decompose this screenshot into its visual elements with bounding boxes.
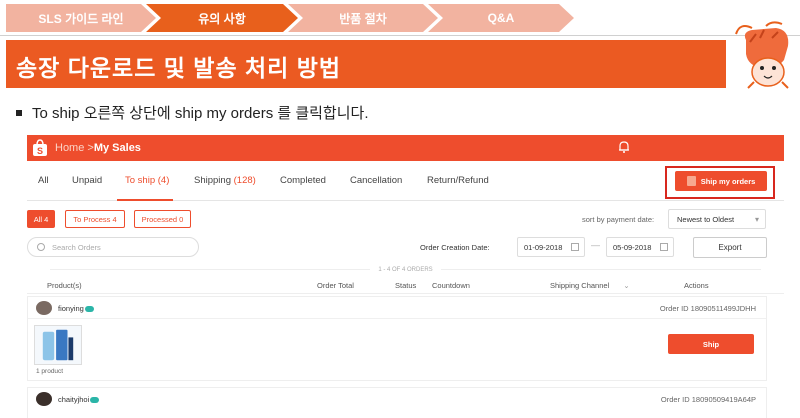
seller-centre-screenshot: S Home >My Sales All Unpaid To ship (4) … <box>27 135 784 418</box>
nav-item-return-process[interactable]: 반품 절차 <box>288 4 438 32</box>
nav-item-notes[interactable]: 유의 사항 <box>146 4 298 32</box>
sort-value: Newest to Oldest <box>677 214 735 224</box>
tab-to-ship[interactable]: To ship (4) <box>125 175 169 186</box>
buyer-username[interactable]: chaityjhoi <box>58 395 100 404</box>
product-thumbnail[interactable] <box>34 325 82 365</box>
sort-dropdown[interactable]: Newest to Oldest ▾ <box>668 209 766 229</box>
instruction-text: To ship 오른쪽 상단에 ship my orders 를 클릭합니다. <box>32 105 369 122</box>
date-label: Order Creation Date: <box>420 243 490 252</box>
step-nav: SLS 가이드 라인 유의 사항 반품 절차 Q&A <box>0 4 800 32</box>
col-shipping-channel[interactable]: Shipping Channel ⌄ <box>550 281 630 290</box>
breadcrumb-current: My Sales <box>93 142 141 154</box>
divider <box>0 35 800 36</box>
col-products: Product(s) <box>47 281 82 290</box>
export-button[interactable]: Export <box>693 237 767 258</box>
tab-return-refund[interactable]: Return/Refund <box>427 175 489 186</box>
chevron-down-icon: ▾ <box>754 215 759 224</box>
date-from-field[interactable]: 01-09-2018 <box>517 237 585 257</box>
bullet-icon <box>16 109 22 116</box>
col-order-total: Order Total <box>317 281 354 290</box>
document-icon <box>686 176 696 186</box>
filter-processed[interactable]: Processed 0 <box>134 210 191 228</box>
col-actions: Actions <box>684 281 709 290</box>
shopee-logo-icon[interactable]: S <box>31 139 49 157</box>
filter-to-process[interactable]: To Process 4 <box>65 210 125 228</box>
order-id: Order ID 18090509419A64P <box>660 395 756 404</box>
table-header: Product(s) Order Total Status Countdown … <box>27 278 784 294</box>
date-from-value: 01-09-2018 <box>524 242 563 252</box>
instruction: To ship 오른쪽 상단에 ship my orders 를 클릭합니다. <box>16 102 369 123</box>
tab-shipping[interactable]: Shipping (128) <box>194 175 256 186</box>
nav-item-sls-guide[interactable]: SLS 가이드 라인 <box>6 4 156 32</box>
search-placeholder: Search Orders <box>52 242 101 252</box>
orders-panel: All 4 To Process 4 Processed 0 sort by p… <box>27 201 784 418</box>
date-to-field[interactable]: 05-09-2018 <box>606 237 674 257</box>
nav-item-qa[interactable]: Q&A <box>428 4 574 32</box>
avatar <box>36 392 52 406</box>
col-status: Status <box>395 281 417 290</box>
tab-all[interactable]: All <box>38 175 49 186</box>
chevron-down-icon: ⌄ <box>623 281 630 290</box>
col-countdown: Countdown <box>432 281 470 290</box>
search-icon <box>37 243 45 251</box>
date-separator: — <box>591 240 600 250</box>
chat-icon[interactable] <box>90 397 100 404</box>
filter-all[interactable]: All 4 <box>27 210 55 228</box>
date-to-value: 05-09-2018 <box>613 242 652 252</box>
order-row: chaityjhoi Order ID 18090509419A64P <box>27 387 767 418</box>
calendar-icon <box>571 243 579 251</box>
bell-icon[interactable] <box>617 140 631 154</box>
ship-my-orders-button[interactable]: Ship my orders <box>675 171 767 191</box>
breadcrumb: Home >My Sales <box>55 142 141 154</box>
slide: SLS 가이드 라인 유의 사항 반품 절차 Q&A 송장 다운로드 및 발송 … <box>0 0 800 418</box>
tab-unpaid[interactable]: Unpaid <box>72 175 102 186</box>
product-count: 1 product <box>36 368 64 375</box>
chat-icon[interactable] <box>84 306 94 313</box>
order-id: Order ID 18090511499JDHH <box>659 304 756 313</box>
title-bar: 송장 다운로드 및 발송 처리 방법 <box>6 40 726 88</box>
svg-text:S: S <box>37 146 43 156</box>
tab-cancellation[interactable]: Cancellation <box>350 175 402 186</box>
ship-button[interactable]: Ship <box>668 334 754 354</box>
calendar-icon <box>660 243 668 251</box>
shrimp-mascot-icon <box>735 21 789 89</box>
tab-completed[interactable]: Completed <box>280 175 326 186</box>
order-header: chaityjhoi Order ID 18090509419A64P <box>28 388 766 410</box>
ship-my-orders-label: Ship my orders <box>700 176 756 186</box>
avatar <box>36 301 52 315</box>
order-row: fionying Order ID 18090511499JDHH 1 prod… <box>27 296 767 381</box>
breadcrumb-home[interactable]: Home <box>55 142 84 154</box>
buyer-username[interactable]: fionying <box>58 304 94 313</box>
page-title: 송장 다운로드 및 발송 처리 방법 <box>16 55 342 81</box>
order-count: 1 - 4 OF 4 ORDERS <box>27 267 784 273</box>
app-header: S Home >My Sales <box>27 135 784 161</box>
order-tabs: All Unpaid To ship (4) Shipping (128) Co… <box>27 161 784 201</box>
order-header: fionying Order ID 18090511499JDHH <box>28 297 766 319</box>
search-input[interactable]: Search Orders <box>27 237 199 257</box>
sort-label: sort by payment date: <box>582 215 655 224</box>
